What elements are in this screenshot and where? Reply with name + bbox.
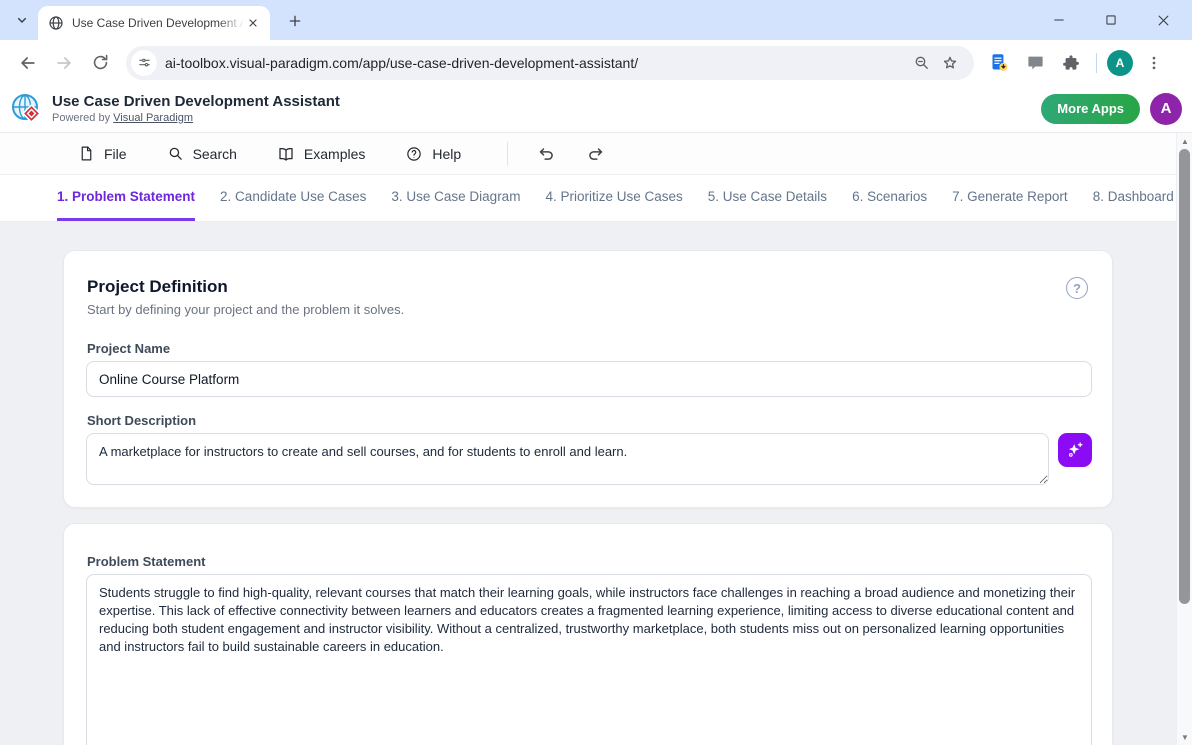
feedback-bubble-icon[interactable] [1020, 48, 1050, 78]
tab-scenarios[interactable]: 6. Scenarios [852, 175, 927, 221]
help-icon [405, 145, 423, 163]
short-description-label: Short Description [87, 413, 196, 428]
ai-generate-button[interactable] [1058, 433, 1092, 467]
back-button[interactable] [12, 47, 44, 79]
undo-icon [536, 144, 556, 164]
tab-close-icon[interactable] [244, 14, 262, 32]
user-avatar[interactable]: A [1150, 93, 1182, 125]
new-tab-button[interactable] [282, 8, 308, 34]
browser-toolbar: ai-toolbox.visual-paradigm.com/app/use-c… [0, 40, 1192, 85]
close-window-button[interactable] [1150, 7, 1176, 33]
tab-use-case-details[interactable]: 5. Use Case Details [708, 175, 827, 221]
file-icon [78, 145, 95, 162]
tab-prioritize-use-cases[interactable]: 4. Prioritize Use Cases [545, 175, 682, 221]
project-name-label: Project Name [87, 341, 170, 356]
app-titles: Use Case Driven Development Assistant Po… [52, 93, 340, 125]
project-name-input[interactable] [86, 361, 1092, 397]
browser-tab-strip: Use Case Driven Development Assistant [0, 0, 1192, 40]
header-right: More Apps A [1041, 93, 1182, 125]
sparkles-icon [1065, 440, 1085, 460]
menu-help[interactable]: Help [405, 145, 461, 163]
tab-generate-report[interactable]: 7. Generate Report [952, 175, 1068, 221]
menu-search[interactable]: Search [167, 145, 237, 162]
short-description-textarea[interactable]: A marketplace for instructors to create … [86, 433, 1049, 485]
visual-paradigm-logo [10, 92, 44, 126]
book-icon [277, 145, 295, 163]
card-subtitle: Start by defining your project and the p… [87, 302, 404, 317]
menubar-divider [507, 142, 508, 166]
search-icon [167, 145, 184, 162]
tab-candidate-use-cases[interactable]: 2. Candidate Use Cases [220, 175, 366, 221]
undo-button[interactable] [530, 139, 562, 169]
visual-paradigm-link[interactable]: Visual Paradigm [113, 112, 193, 124]
app-header: Use Case Driven Development Assistant Po… [0, 85, 1192, 133]
problem-statement-textarea[interactable]: Students struggle to find high-quality, … [86, 574, 1092, 745]
window-controls [1046, 0, 1184, 40]
maximize-button[interactable] [1098, 7, 1124, 33]
page-content: Project Definition Start by defining you… [0, 222, 1176, 745]
scroll-down-icon[interactable]: ▼ [1177, 730, 1192, 744]
app-menubar: File Search Examples Help [0, 133, 1176, 175]
reload-button[interactable] [84, 47, 116, 79]
site-info-icon[interactable] [131, 50, 157, 76]
step-tabs: 1. Problem Statement 2. Candidate Use Ca… [0, 175, 1176, 222]
redo-button[interactable] [580, 139, 612, 169]
redo-icon [586, 144, 606, 164]
menu-examples[interactable]: Examples [277, 145, 365, 163]
bookmark-star-icon[interactable] [936, 49, 964, 77]
card-title: Project Definition [87, 277, 228, 297]
toolbar-divider [1096, 53, 1097, 73]
scrollbar-thumb[interactable] [1179, 149, 1190, 604]
problem-statement-label: Problem Statement [87, 554, 205, 569]
app-title: Use Case Driven Development Assistant [52, 93, 340, 111]
url-text[interactable]: ai-toolbox.visual-paradigm.com/app/use-c… [165, 55, 908, 71]
card-help-icon[interactable]: ? [1066, 277, 1088, 299]
more-apps-button[interactable]: More Apps [1041, 94, 1140, 124]
tab-title: Use Case Driven Development Assistant [72, 16, 244, 30]
browser-menu-dots-icon[interactable] [1139, 48, 1169, 78]
project-definition-card: Project Definition Start by defining you… [63, 250, 1113, 508]
chevron-down-icon [14, 12, 30, 28]
tab-search-button[interactable] [8, 7, 36, 33]
tab-problem-statement[interactable]: 1. Problem Statement [57, 175, 195, 221]
forward-button[interactable] [48, 47, 80, 79]
powered-by: Powered by Visual Paradigm [52, 111, 340, 125]
url-bar[interactable]: ai-toolbox.visual-paradigm.com/app/use-c… [126, 46, 974, 80]
globe-favicon-icon [48, 15, 64, 31]
extensions-puzzle-icon[interactable] [1056, 48, 1086, 78]
minimize-button[interactable] [1046, 7, 1072, 33]
browser-tab[interactable]: Use Case Driven Development Assistant [38, 6, 270, 40]
toolbar-right-icons: A [984, 48, 1169, 78]
page-scrollbar[interactable]: ▲ ▼ [1176, 133, 1192, 745]
tab-use-case-diagram[interactable]: 3. Use Case Diagram [391, 175, 520, 221]
problem-statement-card: Problem Statement Students struggle to f… [63, 523, 1113, 745]
zoom-out-icon[interactable] [908, 49, 936, 77]
menu-file[interactable]: File [78, 145, 127, 162]
browser-profile-avatar[interactable]: A [1107, 50, 1133, 76]
tab-dashboard[interactable]: 8. Dashboard [1093, 175, 1174, 221]
reading-list-icon[interactable] [984, 48, 1014, 78]
scroll-up-icon[interactable]: ▲ [1177, 134, 1192, 148]
browser-window: Use Case Driven Development Assistant [0, 0, 1192, 745]
